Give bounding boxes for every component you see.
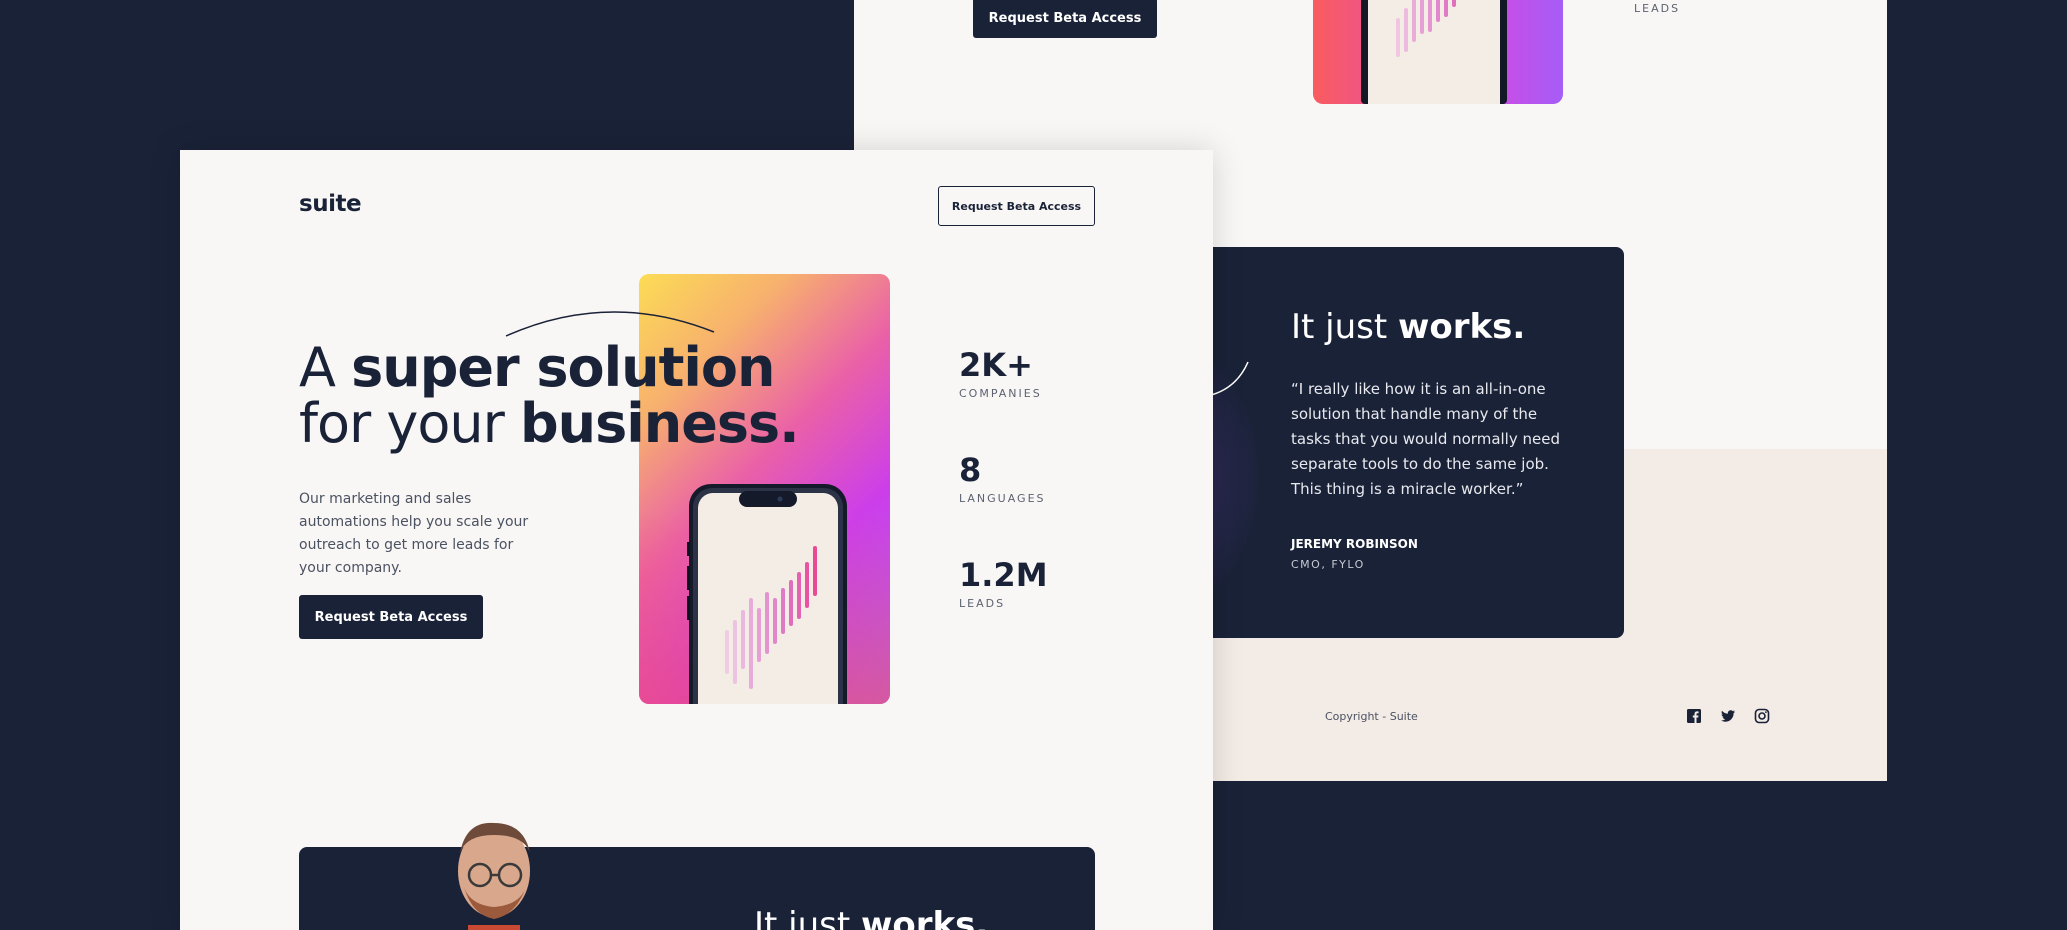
testimonial-name: JEREMY ROBINSON [1291,537,1418,551]
hero-request-beta-button[interactable]: Request Beta Access [299,595,483,639]
phone-illustration-icon [687,484,847,704]
stat-label: COMPANIES [959,387,1042,400]
testimonial-title: It just works. [1291,307,1526,347]
back-stat-label: LEADS [1634,2,1681,15]
facebook-icon[interactable] [1686,708,1702,724]
testimonial-role: CMO, FYLO [1291,558,1365,571]
bottom-testimonial-title: It just works. [754,905,989,930]
logo[interactable]: suite [299,191,362,217]
stat-companies: 2K+ COMPANIES [959,347,1042,400]
front-page-preview: suite Request Beta Access A super soluti… [180,150,1213,930]
stat-languages: 8 LANGUAGES [959,452,1046,505]
stat-leads: 1.2M LEADS [959,557,1048,610]
testimonial-portrait [458,822,530,930]
decorative-arc-icon [505,311,715,337]
back-phone-chart-icon [1396,0,1456,57]
back-phone [1361,0,1507,104]
hero-description: Our marketing and sales automations help… [299,491,529,576]
bottom-testimonial-card: It just works. [299,847,1095,930]
stat-value: 2K+ [959,346,1033,384]
back-request-beta-button[interactable]: Request Beta Access [973,0,1157,38]
twitter-icon[interactable] [1720,708,1736,724]
stat-value: 1.2M [959,556,1048,594]
copyright-text: Copyright - Suite [1325,710,1418,723]
back-hero-image [1313,0,1563,104]
hero-title: A super solution for your business. [299,336,800,455]
stat-label: LANGUAGES [959,492,1046,505]
testimonial-quote: “I really like how it is an all-in-one s… [1291,380,1560,498]
stat-label: LEADS [959,597,1006,610]
social-links [1686,708,1770,724]
stat-value: 8 [959,451,982,489]
header-request-beta-button[interactable]: Request Beta Access [938,186,1095,226]
instagram-icon[interactable] [1754,708,1770,724]
